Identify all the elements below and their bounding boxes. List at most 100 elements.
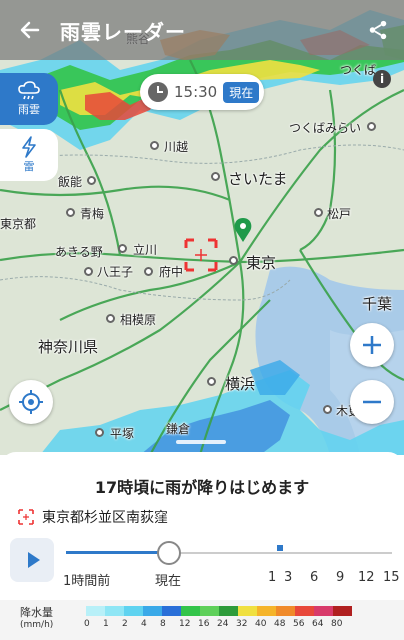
mode-tab-label: 雨雲 — [18, 103, 40, 116]
place-label: つくばみらい — [289, 121, 362, 135]
back-arrow-icon — [20, 21, 40, 39]
mode-tab-rain[interactable]: 雨雲 — [0, 73, 58, 125]
location-row[interactable]: 東京都杉並区南荻窪 — [18, 507, 168, 527]
legend-swatch — [257, 606, 276, 616]
legend-swatch — [181, 606, 200, 616]
share-icon — [369, 20, 387, 40]
radar-map[interactable]: 熊谷 つくば つくばみらい 川越 さいたま 飯能 東京都 青梅 松戸 あきる野 … — [0, 0, 404, 455]
zoom-out-button[interactable] — [350, 380, 394, 424]
timeline-progress — [66, 551, 169, 554]
mode-tab-lightning[interactable]: 雷 — [0, 129, 58, 181]
timeline-label: 3 — [284, 570, 293, 585]
timeline-track[interactable] — [66, 551, 392, 554]
legend-swatch — [295, 606, 314, 616]
place-dot — [95, 428, 104, 437]
legend-value: 80 — [331, 619, 343, 629]
legend-swatch — [86, 606, 105, 616]
mode-tabs: 雨雲 雷 — [0, 73, 58, 183]
place-label: 飯能 — [58, 175, 83, 189]
minus-icon — [363, 400, 381, 404]
legend-swatch — [276, 606, 295, 616]
legend-title: 降水量 — [20, 606, 53, 619]
time-indicator[interactable]: 15:30 現在 — [140, 74, 264, 110]
legend-value: 16 — [198, 619, 210, 629]
sheet-drag-handle[interactable] — [176, 440, 226, 444]
place-label: 平塚 — [110, 427, 135, 441]
location-target-icon — [18, 509, 34, 525]
lightning-icon — [22, 136, 36, 158]
place-label: 松戸 — [327, 207, 352, 221]
place-dot — [367, 122, 376, 131]
legend-swatch — [333, 606, 352, 616]
legend-swatch — [162, 606, 181, 616]
place-dot — [87, 176, 96, 185]
legend-value: 0 — [84, 619, 90, 629]
place-dot — [118, 244, 127, 253]
legend-value: 24 — [217, 619, 229, 629]
place-dot — [150, 141, 159, 150]
place-label: 東京都 — [0, 217, 37, 231]
legend-value: 1 — [103, 619, 109, 629]
location-name: 東京都杉並区南荻窪 — [42, 510, 168, 526]
legend-swatch — [124, 606, 143, 616]
legend-value: 4 — [141, 619, 147, 629]
clock-icon — [148, 82, 168, 102]
play-button[interactable] — [10, 538, 54, 582]
legend-swatch — [105, 606, 124, 616]
place-label: 神奈川県 — [38, 338, 99, 356]
place-label: 横浜 — [225, 375, 256, 393]
place-dot — [323, 405, 332, 414]
legend-value: 12 — [179, 619, 191, 629]
place-label: 千葉 — [362, 295, 393, 313]
place-dot — [207, 377, 216, 386]
timeline-label: 6 — [310, 570, 319, 585]
zoom-in-button[interactable] — [350, 323, 394, 367]
place-dot — [229, 256, 238, 265]
place-label: 立川 — [133, 243, 158, 257]
place-label: 鎌倉 — [166, 422, 191, 436]
place-label: 相模原 — [120, 313, 157, 327]
legend-value: 64 — [312, 619, 324, 629]
timeline-thumb[interactable] — [157, 541, 181, 565]
place-label: 府中 — [159, 265, 184, 279]
timeline-label: 9 — [336, 570, 345, 585]
legend-value: 2 — [122, 619, 128, 629]
legend-swatch — [200, 606, 219, 616]
forecast-text: 17時頃に雨が降りはじめます — [94, 478, 310, 497]
place-dot — [144, 267, 153, 276]
precipitation-legend: 降水量 (mm/h) 0 1 2 4 8 12 16 24 32 40 48 56 64 80 — [0, 600, 404, 640]
legend-value: 56 — [293, 619, 305, 629]
place-label: 東京 — [246, 254, 277, 272]
timeline-label: 1 — [268, 570, 277, 585]
legend-value: 32 — [236, 619, 248, 629]
place-dot — [66, 208, 75, 217]
legend-swatch — [238, 606, 257, 616]
place-label: 八王子 — [97, 265, 134, 279]
info-icon[interactable]: i — [373, 70, 391, 88]
place-label: さいたま — [228, 170, 288, 188]
place-label: 青梅 — [80, 207, 105, 221]
legend-swatch — [143, 606, 162, 616]
place-dot — [211, 172, 220, 181]
legend-swatch — [219, 606, 238, 616]
now-badge: 現在 — [223, 81, 260, 103]
legend-value: 8 — [160, 619, 166, 629]
place-dot — [314, 208, 323, 217]
back-button[interactable] — [0, 0, 60, 60]
legend-swatch — [314, 606, 333, 616]
place-label: つくば — [340, 63, 377, 77]
current-time: 15:30 — [174, 83, 218, 101]
timeline-label: 12 — [358, 570, 375, 585]
app-bar: 雨雲レーダー — [0, 0, 404, 60]
timeline-label: 現在 — [155, 574, 182, 589]
legend-color-bar — [86, 606, 352, 616]
mode-tab-label: 雷 — [23, 160, 35, 173]
place-label: あきる野 — [55, 245, 103, 259]
locate-button[interactable] — [9, 380, 53, 424]
crosshair-icon — [19, 390, 43, 414]
legend-unit: (mm/h) — [20, 620, 54, 630]
share-button[interactable] — [352, 0, 404, 60]
timeline-label: 15 — [383, 570, 400, 585]
page-title: 雨雲レーダー — [60, 19, 186, 44]
place-label: 川越 — [164, 140, 189, 154]
